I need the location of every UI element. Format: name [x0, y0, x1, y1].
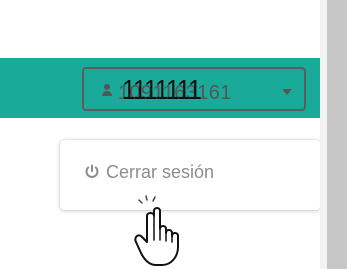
top-gap — [0, 0, 320, 58]
vertical-scrollbar[interactable] — [327, 0, 347, 269]
app-frame: 1091163161 1111111 Cerrar sesión — [0, 0, 347, 269]
username-primary-text: 1111111 — [122, 74, 202, 105]
user-icon — [102, 84, 112, 96]
scrollbar-gap — [320, 0, 327, 269]
logout-label: Cerrar sesión — [106, 161, 215, 182]
user-menu-button[interactable]: 1091163161 1111111 — [82, 67, 306, 111]
hand-cursor-icon — [134, 195, 179, 266]
logout-menu-item[interactable]: Cerrar sesión — [84, 158, 214, 186]
username-display: 1091163161 1111111 — [118, 73, 278, 107]
chevron-down-icon — [282, 89, 292, 95]
power-icon — [85, 164, 99, 178]
